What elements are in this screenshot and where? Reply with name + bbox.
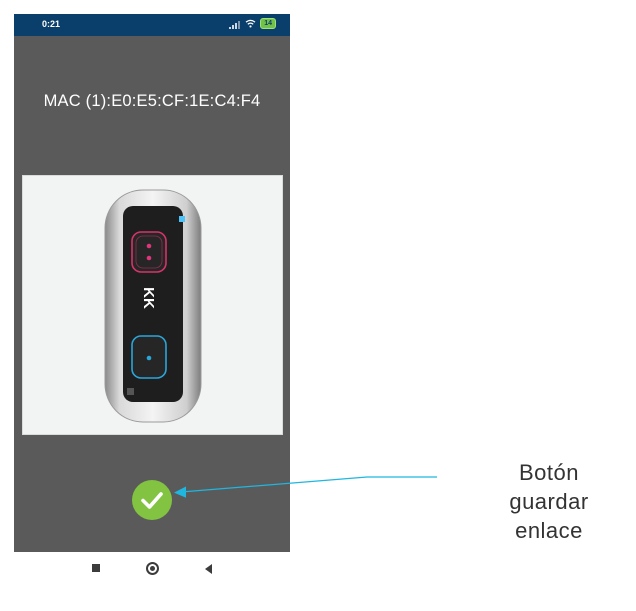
- annotation-line: Botón: [519, 460, 579, 485]
- annotation-label: Botón guardar enlace: [490, 458, 608, 545]
- annotation-line: enlace: [515, 518, 583, 543]
- annotation-line: guardar: [509, 489, 589, 514]
